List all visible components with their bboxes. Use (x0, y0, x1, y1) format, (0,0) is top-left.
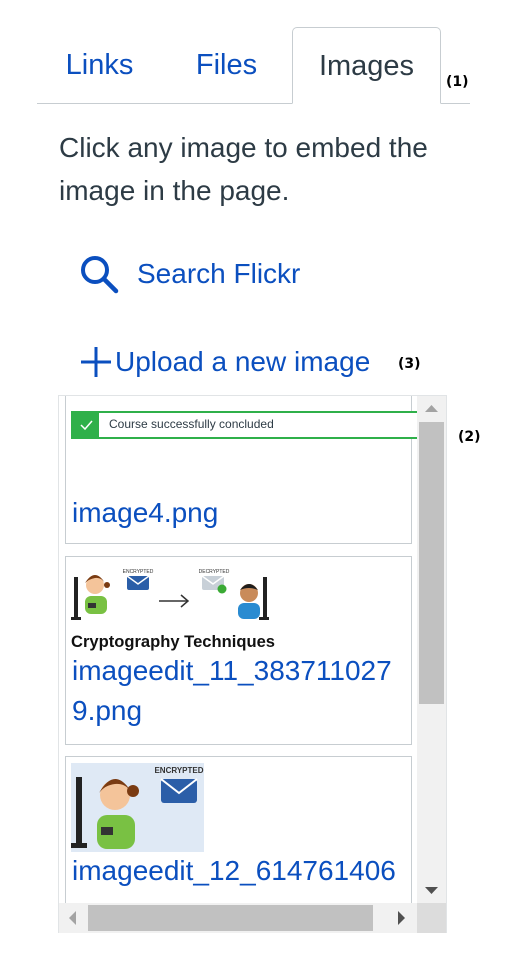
image-thumbnail: ENCRYPTED (71, 763, 204, 852)
tab-bar: Links Files Images (37, 27, 470, 104)
plus-icon (81, 347, 111, 377)
search-flickr-button[interactable]: Search Flickr (79, 250, 300, 298)
image-card[interactable]: ENCRYPTED DECRYPTED Cryptography Techniq… (65, 556, 412, 745)
search-flickr-label: Search Flickr (137, 258, 301, 289)
instructions-text: Click any image to embed the image in th… (59, 132, 428, 206)
checkmark-icon (73, 413, 99, 437)
image-name[interactable]: imageedit_11_3837110279.png (72, 651, 407, 731)
scrollbar-corner (417, 903, 446, 933)
annotation-marker-2: (2) (458, 429, 481, 445)
search-icon (81, 256, 119, 294)
tab-images[interactable]: Images (292, 27, 441, 104)
scroll-up-arrow-icon[interactable] (417, 396, 446, 422)
upload-image-button[interactable]: Upload a new image (79, 338, 370, 386)
image-thumbnail: ENCRYPTED DECRYPTED Cryptography Techniq… (71, 569, 275, 651)
image-name[interactable]: imageedit_12_614761406 (72, 851, 407, 891)
image-thumbnail: Course successfully concluded × (71, 411, 425, 439)
vertical-scroll-thumb[interactable] (419, 422, 444, 704)
scroll-down-arrow-icon[interactable] (417, 877, 446, 903)
tab-files[interactable]: Files (164, 27, 289, 104)
vertical-scrollbar[interactable] (417, 396, 446, 903)
scroll-right-arrow-icon[interactable] (389, 903, 415, 933)
horizontal-scroll-thumb[interactable] (88, 905, 373, 931)
annotation-marker-1: (1) (446, 74, 469, 90)
image-name[interactable]: image4.png (72, 493, 407, 533)
notice-text: Course successfully concluded (109, 417, 274, 431)
annotation-marker-3: (3) (398, 356, 421, 372)
encrypted-label: ENCRYPTED (154, 766, 203, 775)
decrypted-label: DECRYPTED (199, 569, 230, 575)
encrypted-label: ENCRYPTED (123, 569, 154, 575)
tab-links[interactable]: Links (37, 27, 162, 104)
horizontal-scrollbar[interactable] (59, 903, 446, 933)
image-card[interactable]: Course successfully concluded × image4.p… (65, 396, 425, 544)
image-list[interactable]: Course successfully concluded × image4.p… (58, 395, 447, 933)
scroll-left-arrow-icon[interactable] (59, 903, 85, 933)
upload-image-label: Upload a new image (115, 346, 371, 377)
thumbnail-caption: Cryptography Techniques (71, 632, 275, 651)
